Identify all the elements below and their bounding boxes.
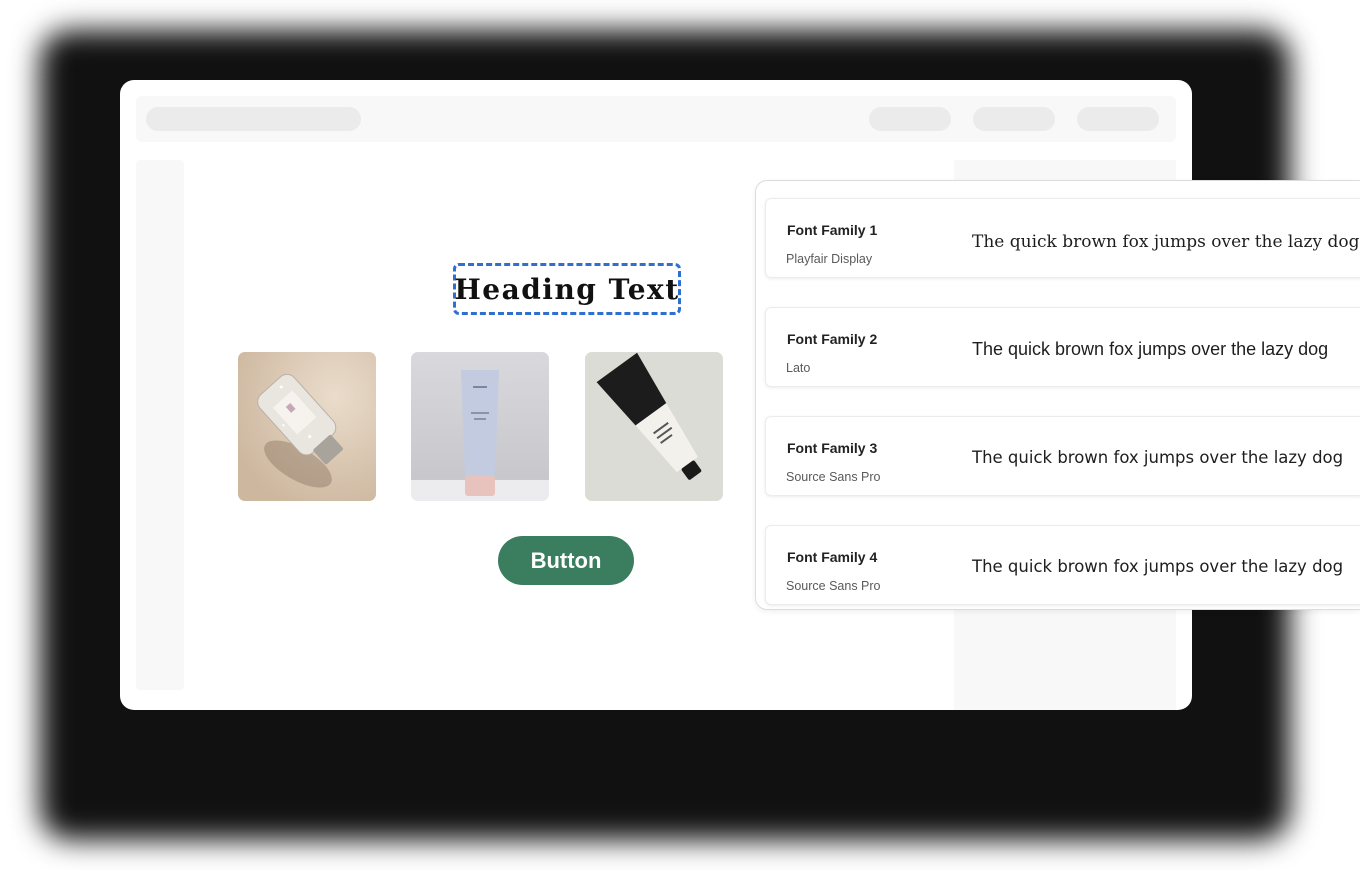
- font-option-label: Font Family 2: [787, 331, 878, 347]
- nav-pill-3[interactable]: [1077, 107, 1159, 131]
- font-option-sample: The quick brown fox jumps over the lazy …: [972, 557, 1344, 576]
- primary-button[interactable]: Button: [498, 536, 634, 585]
- black-tube-image: [585, 352, 723, 501]
- font-option-4[interactable]: Font Family 4 Source Sans Pro The quick …: [765, 525, 1360, 605]
- serum-bottle-image: [238, 352, 376, 501]
- font-option-3[interactable]: Font Family 3 Source Sans Pro The quick …: [765, 416, 1360, 496]
- nav-pill-2[interactable]: [973, 107, 1055, 131]
- top-bar: [136, 96, 1176, 142]
- heading-text[interactable]: Heading Text: [454, 273, 679, 306]
- font-option-2[interactable]: Font Family 2 Lato The quick brown fox j…: [765, 307, 1360, 387]
- product-image-cream-tube[interactable]: [411, 352, 549, 501]
- selected-heading-frame[interactable]: Heading Text: [453, 263, 681, 315]
- font-option-family: Playfair Display: [786, 252, 873, 266]
- nav-pill-1[interactable]: [869, 107, 951, 131]
- font-option-family: Lato: [786, 361, 811, 375]
- left-sidebar: [136, 160, 184, 690]
- font-picker-panel: Font Family 1 Playfair Display The quick…: [755, 180, 1360, 610]
- font-option-family: Source Sans Pro: [786, 470, 881, 484]
- font-option-sample: The quick brown fox jumps over the lazy …: [972, 339, 1329, 359]
- font-option-label: Font Family 1: [787, 222, 878, 238]
- font-option-family: Source Sans Pro: [786, 579, 881, 593]
- font-option-label: Font Family 3: [787, 440, 878, 456]
- font-option-label: Font Family 4: [787, 549, 878, 565]
- font-option-sample: The quick brown fox jumps over the lazy …: [972, 232, 1360, 252]
- font-option-1[interactable]: Font Family 1 Playfair Display The quick…: [765, 198, 1360, 278]
- cream-tube-image: [411, 352, 549, 501]
- search-placeholder-bar[interactable]: [146, 107, 361, 131]
- product-image-serum-bottle[interactable]: [238, 352, 376, 501]
- product-image-black-tube[interactable]: [585, 352, 723, 501]
- font-option-sample: The quick brown fox jumps over the lazy …: [972, 448, 1344, 467]
